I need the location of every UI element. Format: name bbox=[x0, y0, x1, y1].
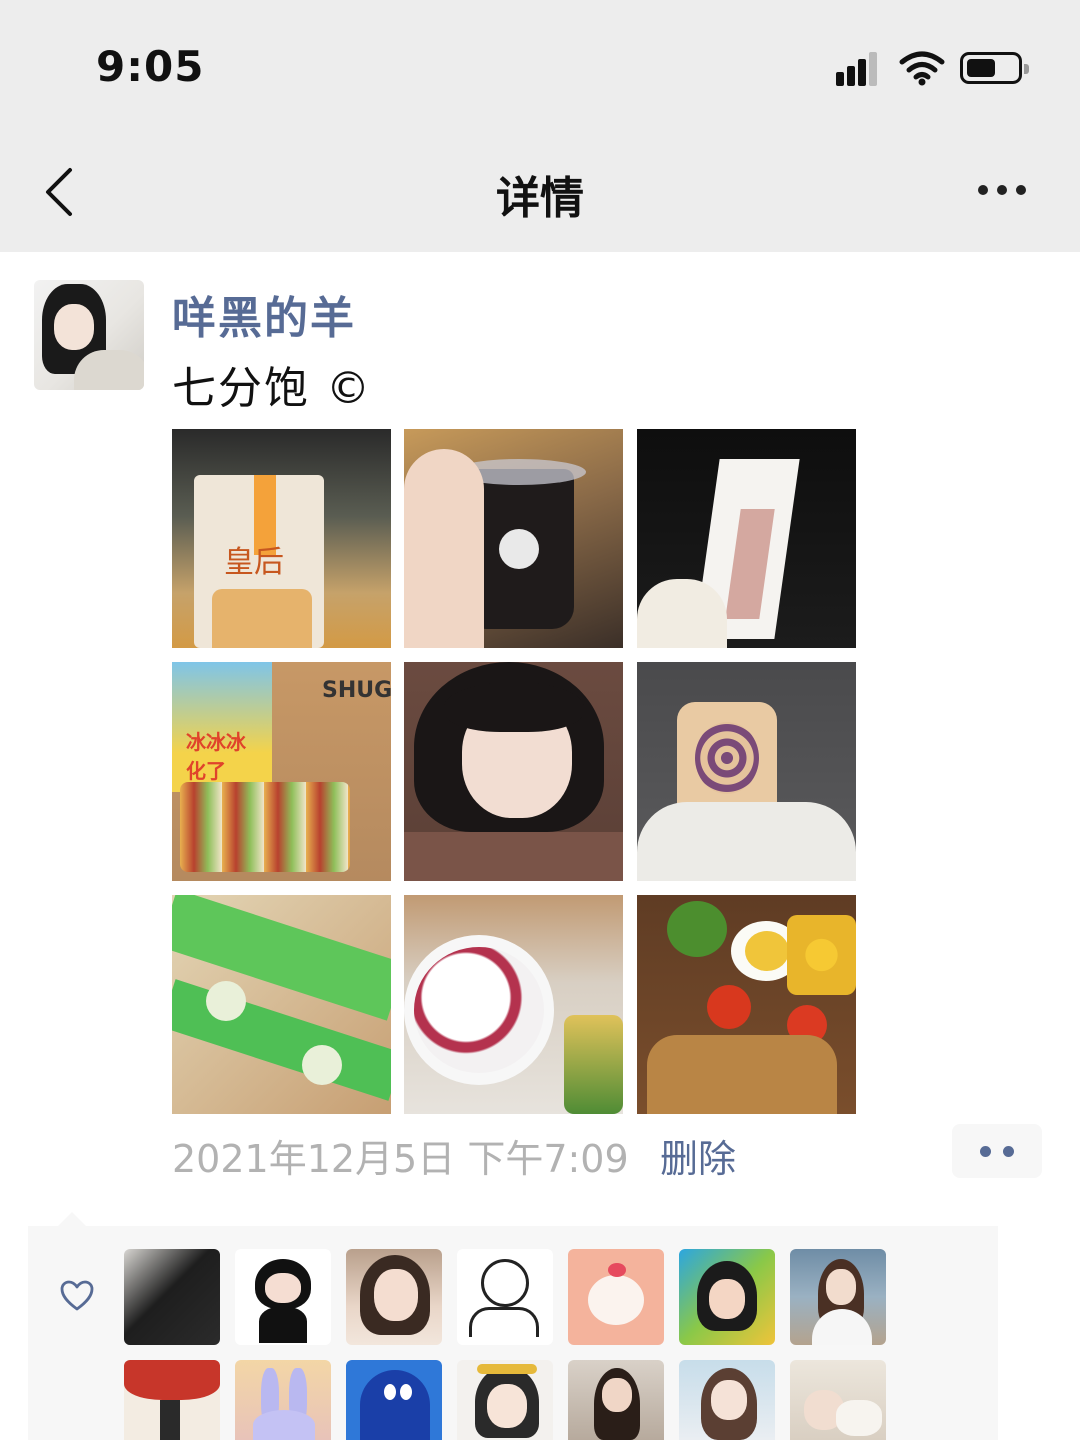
status-time: 9:05 bbox=[96, 42, 205, 91]
heart-icon bbox=[60, 1280, 94, 1311]
photo-coffee-cup[interactable] bbox=[404, 429, 623, 648]
liker-avatar[interactable] bbox=[457, 1360, 553, 1440]
liker-avatar[interactable] bbox=[679, 1360, 775, 1440]
top-bar: 9:05 详情 bbox=[0, 0, 1080, 252]
photo-toast[interactable] bbox=[637, 662, 856, 881]
wifi-icon bbox=[899, 51, 945, 86]
liker-avatar[interactable] bbox=[679, 1249, 775, 1345]
photo-sandwiches-wrapped[interactable] bbox=[172, 895, 391, 1114]
liker-avatar[interactable] bbox=[346, 1249, 442, 1345]
liker-avatar[interactable] bbox=[235, 1360, 331, 1440]
photo-grid: 皇后 冰冰冰化了 SHUG bbox=[172, 429, 856, 1114]
more-options-button[interactable] bbox=[972, 176, 1032, 204]
likes-panel-pointer bbox=[58, 1212, 86, 1226]
shop-sign-label: SHUG bbox=[322, 678, 391, 703]
photo-salad[interactable] bbox=[637, 895, 856, 1114]
signal-icon bbox=[836, 52, 886, 86]
liker-avatar[interactable] bbox=[124, 1249, 220, 1345]
comment-like-button[interactable] bbox=[952, 1124, 1042, 1178]
liker-avatar[interactable] bbox=[346, 1360, 442, 1440]
photo-packaged-meal[interactable]: 冰冰冰化了 SHUG bbox=[172, 662, 391, 881]
comment-dots-icon bbox=[980, 1146, 991, 1157]
photo-bread-bag[interactable]: 皇后 bbox=[172, 429, 391, 648]
comment-dots-icon bbox=[1003, 1146, 1014, 1157]
author-name[interactable]: 咩黑的羊 bbox=[172, 282, 356, 346]
liker-avatar[interactable] bbox=[235, 1249, 331, 1345]
photo-sandwich-box[interactable] bbox=[637, 429, 856, 648]
liker-avatar[interactable] bbox=[568, 1249, 664, 1345]
pack-label: 冰冰冰化了 bbox=[186, 730, 246, 783]
photo-yogurt-bowl[interactable] bbox=[404, 895, 623, 1114]
liker-avatar[interactable] bbox=[457, 1249, 553, 1345]
delete-link[interactable]: 删除 bbox=[660, 1128, 736, 1183]
liker-avatar[interactable] bbox=[124, 1360, 220, 1440]
page-title: 详情 bbox=[496, 173, 584, 224]
liker-avatar[interactable] bbox=[790, 1249, 886, 1345]
author-avatar[interactable] bbox=[34, 280, 144, 390]
liker-avatar[interactable] bbox=[568, 1360, 664, 1440]
bread-brand-label: 皇后 bbox=[224, 545, 284, 580]
liker-avatar[interactable] bbox=[790, 1360, 886, 1440]
battery-icon bbox=[960, 52, 1029, 84]
photo-selfie[interactable] bbox=[404, 662, 623, 881]
post-timestamp: 2021年12月5日 下午7:09 bbox=[172, 1137, 629, 1181]
post-text: 七分饱 © bbox=[172, 363, 372, 414]
